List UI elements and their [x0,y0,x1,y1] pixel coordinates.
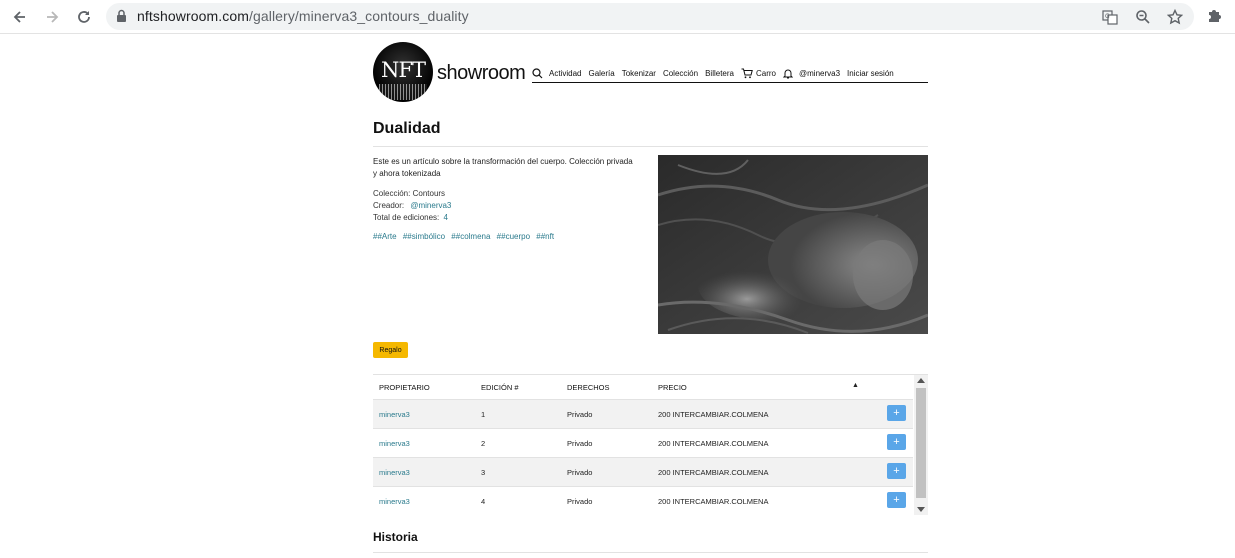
editions-table: PROPIETARIO EDICIÓN # DERECHOS PRECIO ▲ … [373,374,928,515]
table-scrollbar[interactable] [914,375,928,515]
owner-link[interactable]: minerva3 [379,497,410,506]
nav-user[interactable]: @minerva3 [799,69,840,78]
price-value: 200 INTERCAMBIAR.COLMENA [658,468,769,477]
scroll-up-icon[interactable] [917,378,925,383]
gift-button[interactable]: Regalo [373,342,408,358]
main-nav: Actividad Galería Tokenizar Colección Bi… [532,64,928,83]
table-row: minerva3 4 Privado 200 INTERCAMBIAR.COLM… [373,487,913,515]
table-header: PROPIETARIO EDICIÓN # DERECHOS PRECIO ▲ [373,375,913,400]
artwork-description: Este es un artículo sobre la transformac… [373,157,633,178]
history-heading: Historia [373,530,418,544]
edition-number: 4 [481,497,486,506]
tag-link[interactable]: ##simbólico [403,232,445,241]
add-to-cart-button[interactable]: + [887,492,906,508]
artwork-meta: Colección: Contours Creador: @minerva3 T… [373,188,633,224]
cart-icon[interactable] [741,68,753,79]
edition-number: 3 [481,468,486,477]
price-value: 200 INTERCAMBIAR.COLMENA [658,497,769,506]
title-divider [373,146,928,147]
scroll-down-icon[interactable] [917,507,925,512]
nav-galeria[interactable]: Galería [588,69,614,78]
forward-icon[interactable] [40,5,64,29]
rights-value: Privado [567,497,593,506]
logo-barcode [379,84,427,100]
address-bar[interactable]: nftshowroom.com/gallery/minerva3_contour… [106,3,1194,30]
translate-icon[interactable]: G [1100,7,1120,27]
owner-link[interactable]: minerva3 [379,410,410,419]
artwork-image[interactable] [658,155,928,334]
nav-login[interactable]: Iniciar sesión [847,69,894,78]
browser-toolbar: nftshowroom.com/gallery/minerva3_contour… [0,0,1235,34]
logo-wordmark[interactable]: showroom [437,62,526,85]
table-row: minerva3 1 Privado 200 INTERCAMBIAR.COLM… [373,400,913,429]
table-row: minerva3 3 Privado 200 INTERCAMBIAR.COLM… [373,458,913,487]
url-host: nftshowroom.com [137,8,249,24]
back-icon[interactable] [8,5,32,29]
table-row: minerva3 2 Privado 200 INTERCAMBIAR.COLM… [373,429,913,458]
logo-badge-text: NFT [381,58,426,82]
creator-label: Creador: [373,201,405,210]
price-value: 200 INTERCAMBIAR.COLMENA [658,439,769,448]
creator-link[interactable]: @minerva3 [410,201,451,210]
sort-icon[interactable]: ▲ [852,382,859,389]
tag-link[interactable]: ##nft [536,232,554,241]
tag-link[interactable]: ##colmena [451,232,490,241]
tag-link[interactable]: ##cuerpo [497,232,530,241]
price-value: 200 INTERCAMBIAR.COLMENA [658,410,769,419]
owner-link[interactable]: minerva3 [379,468,410,477]
rights-value: Privado [567,468,593,477]
header-owner[interactable]: PROPIETARIO [379,383,430,392]
collection-line: Colección: Contours [373,188,633,200]
edition-number: 2 [481,439,486,448]
star-icon[interactable] [1165,7,1185,27]
url-path: /gallery/minerva3_contours_duality [248,8,469,24]
scrollbar-thumb[interactable] [916,388,926,498]
header-rights[interactable]: DERECHOS [567,383,610,392]
editions-line: Total de ediciones: 4 [373,212,633,224]
tag-link[interactable]: ##Arte [373,232,397,241]
nav-coleccion[interactable]: Colección [663,69,698,78]
svg-text:G: G [1105,13,1110,20]
collection-label: Colección: [373,189,411,198]
reload-icon[interactable] [72,5,96,29]
zoom-icon[interactable] [1133,7,1153,27]
nav-billetera[interactable]: Billetera [705,69,734,78]
add-to-cart-button[interactable]: + [887,463,906,479]
nav-tokenizar[interactable]: Tokenizar [622,69,656,78]
bell-icon[interactable] [783,68,794,79]
history-divider [373,552,928,553]
tag-list: ##Arte ##simbólico ##colmena ##cuerpo ##… [373,232,558,241]
extensions-icon[interactable] [1206,6,1226,26]
header-price[interactable]: PRECIO [658,383,687,392]
lock-icon[interactable] [116,9,127,28]
nav-carro[interactable]: Carro [756,69,776,78]
owner-link[interactable]: minerva3 [379,439,410,448]
editions-value: 4 [443,213,448,222]
url-text: nftshowroom.com/gallery/minerva3_contour… [137,8,469,24]
search-icon[interactable] [532,67,543,79]
rights-value: Privado [567,439,593,448]
edition-number: 1 [481,410,486,419]
creator-line: Creador: @minerva3 [373,200,633,212]
header-edition[interactable]: EDICIÓN # [481,383,519,392]
rights-value: Privado [567,410,593,419]
collection-value[interactable]: Contours [413,189,445,198]
add-to-cart-button[interactable]: + [887,434,906,450]
artwork-title: Dualidad [373,120,441,137]
nav-actividad[interactable]: Actividad [549,69,581,78]
editions-label: Total de ediciones: [373,213,440,222]
site-logo[interactable]: NFT [373,42,433,102]
add-to-cart-button[interactable]: + [887,405,906,421]
